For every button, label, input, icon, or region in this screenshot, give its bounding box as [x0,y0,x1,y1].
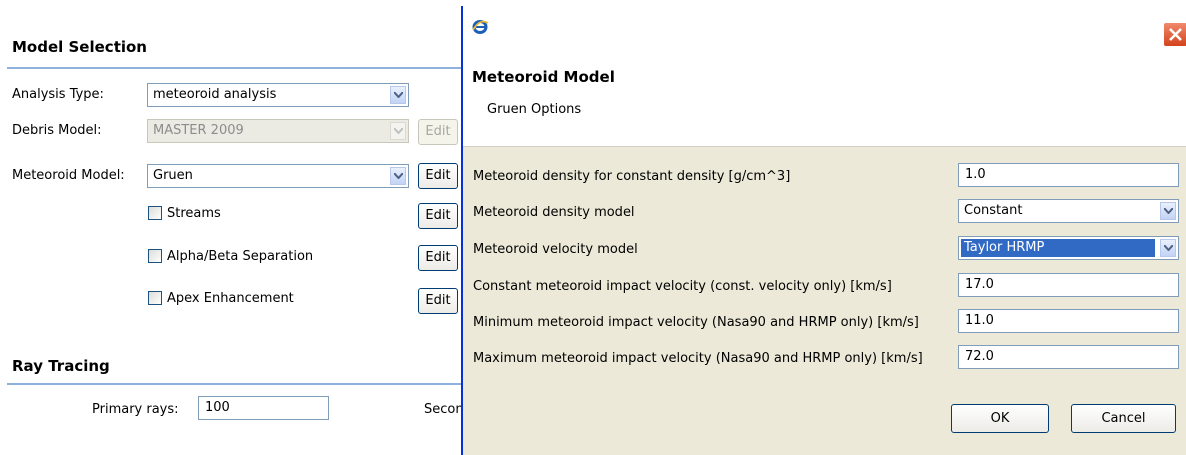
model-selection-divider [7,67,462,69]
min-velocity-input[interactable]: 11.0 [958,309,1179,333]
meteoroid-model-edit-button[interactable]: Edit [418,163,458,189]
streams-checkbox[interactable] [148,206,162,220]
primary-rays-label: Primary rays: [92,402,179,417]
max-velocity-input[interactable]: 72.0 [958,345,1179,369]
density-constant-label: Meteoroid density for constant density [… [473,169,791,184]
ray-tracing-title: Ray Tracing [12,357,110,375]
analysis-type-label: Analysis Type: [12,87,104,102]
debris-model-value: MASTER 2009 [153,123,244,138]
secondary-rays-label: Secon [424,402,461,417]
alpha-beta-checkbox[interactable] [148,249,162,263]
velocity-model-select[interactable]: Taylor HRMP [958,236,1179,260]
ok-button[interactable]: OK [951,404,1049,433]
max-velocity-label: Maximum meteoroid impact velocity (Nasa9… [473,351,923,366]
meteoroid-model-select[interactable]: Gruen [147,164,409,188]
density-constant-input[interactable]: 1.0 [958,163,1179,187]
velocity-model-value: Taylor HRMP [964,240,1045,255]
min-velocity-value: 11.0 [965,313,994,328]
dialog-title: Meteoroid Model [472,68,615,86]
max-velocity-value: 72.0 [965,349,994,364]
dialog-header-divider [463,146,1186,147]
dialog-subtitle: Gruen Options [487,102,582,117]
streams-label: Streams [167,206,221,221]
apex-enhancement-checkbox[interactable] [148,291,162,305]
apex-enhancement-edit-button[interactable]: Edit [418,288,458,314]
debris-model-label: Debris Model: [12,123,102,138]
close-icon [1169,28,1182,41]
primary-rays-input[interactable]: 100 [198,396,329,420]
chevron-down-icon[interactable] [1160,239,1176,257]
chevron-down-icon[interactable] [390,167,406,185]
meteoroid-model-value: Gruen [153,168,193,183]
velocity-model-label: Meteoroid velocity model [473,242,638,257]
chevron-down-icon[interactable] [390,86,406,104]
chevron-down-icon[interactable] [390,122,406,140]
primary-rays-value: 100 [205,400,230,415]
min-velocity-label: Minimum meteoroid impact velocity (Nasa9… [473,315,919,330]
debris-model-select[interactable]: MASTER 2009 [147,119,409,143]
density-model-select[interactable]: Constant [958,199,1179,223]
debris-model-edit-button[interactable]: Edit [418,119,458,145]
chevron-down-icon[interactable] [1160,202,1176,220]
alpha-beta-edit-button[interactable]: Edit [418,245,458,271]
streams-edit-button[interactable]: Edit [418,203,458,229]
analysis-type-select[interactable]: meteoroid analysis [147,83,409,107]
density-model-value: Constant [964,203,1023,218]
constant-velocity-label: Constant meteoroid impact velocity (cons… [473,279,892,294]
analysis-type-value: meteoroid analysis [153,87,277,102]
cancel-button[interactable]: Cancel [1071,404,1176,433]
constant-velocity-input[interactable]: 17.0 [958,273,1179,297]
density-constant-value: 1.0 [965,167,986,182]
meteoroid-model-label: Meteoroid Model: [12,168,125,183]
apex-enhancement-label: Apex Enhancement [167,291,294,306]
model-selection-title: Model Selection [12,38,147,56]
ray-tracing-divider [7,383,462,385]
alpha-beta-label: Alpha/Beta Separation [167,249,314,264]
constant-velocity-value: 17.0 [965,277,994,292]
meteoroid-model-dialog: Meteoroid Model Gruen Options Meteoroid … [461,6,1186,455]
app-icon [471,18,489,36]
density-model-label: Meteoroid density model [473,205,635,220]
close-button[interactable] [1163,22,1186,47]
